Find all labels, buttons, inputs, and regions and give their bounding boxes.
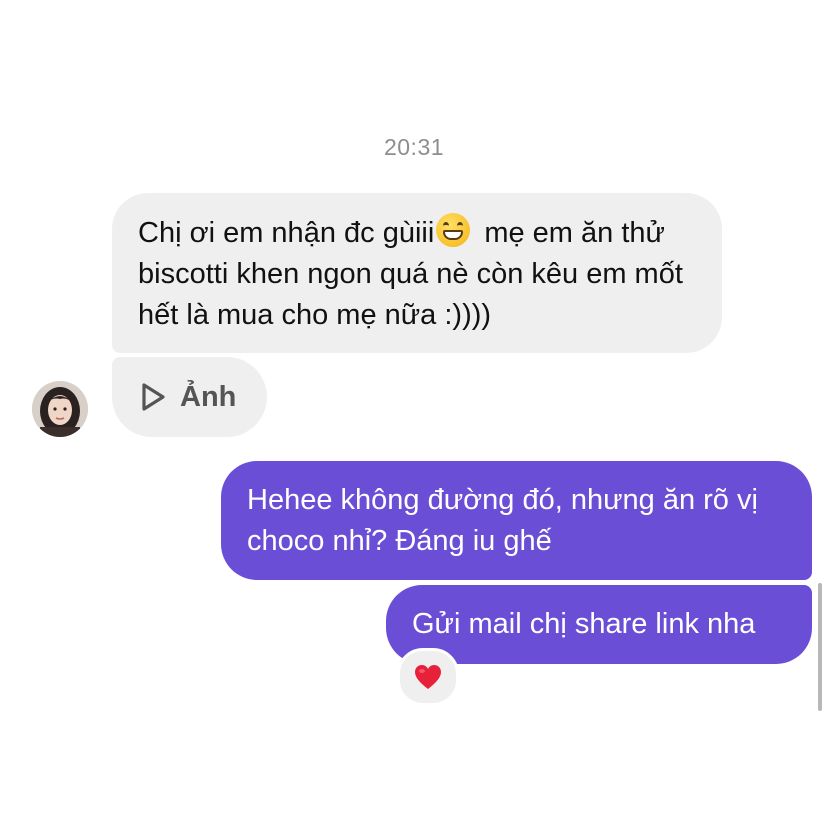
avatar-photo-icon [32,381,88,437]
message-text: Chị ơi em nhận đc gùiii [138,217,435,249]
outgoing-message-bubble[interactable]: Hehee không đường đó, nhưng ăn rõ vị cho… [221,461,812,580]
heart-icon [415,665,441,689]
contact-avatar[interactable] [32,381,88,437]
scrollbar[interactable] [818,583,822,711]
message-reaction[interactable] [397,648,459,706]
message-timestamp: 20:31 [383,134,445,160]
play-icon [142,383,165,411]
outgoing-message-bubble[interactable]: Gửi mail chị share link nha [386,585,812,664]
grinning-face-emoji-icon [436,213,471,247]
incoming-message-bubble[interactable]: Chị ơi em nhận đc gùiii mẹ em ăn thử bis… [112,193,722,353]
incoming-media-bubble[interactable]: Ảnh [112,357,267,437]
media-label: Ảnh [180,380,237,413]
